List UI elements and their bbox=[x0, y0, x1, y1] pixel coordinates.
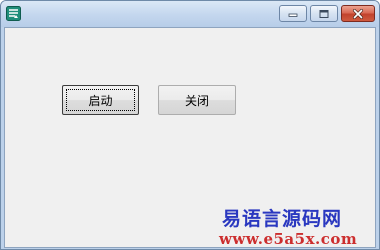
watermark-site-name: 易语言源码网 bbox=[222, 208, 343, 230]
title-bar[interactable] bbox=[1, 1, 379, 27]
close-button[interactable]: 关闭 bbox=[158, 85, 236, 115]
client-area: 启动 关闭 易语言源码网 www.e5a5x.com bbox=[4, 27, 376, 248]
maximize-button[interactable] bbox=[310, 5, 338, 22]
start-button[interactable]: 启动 bbox=[62, 85, 139, 115]
close-icon bbox=[353, 8, 363, 19]
app-window: 启动 关闭 易语言源码网 www.e5a5x.com bbox=[0, 0, 380, 250]
app-icon bbox=[6, 6, 21, 21]
minimize-button[interactable] bbox=[279, 5, 307, 22]
window-close-button[interactable] bbox=[341, 5, 375, 22]
maximize-icon bbox=[319, 9, 329, 18]
watermark-site-url: www.e5a5x.com bbox=[219, 230, 358, 248]
minimize-icon bbox=[288, 13, 298, 17]
